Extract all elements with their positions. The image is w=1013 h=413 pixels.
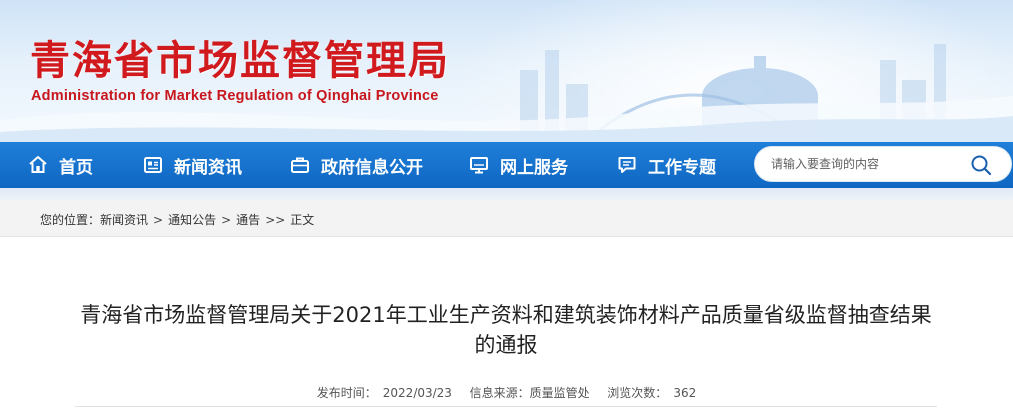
news-icon <box>143 155 163 175</box>
monitor-icon <box>469 155 489 175</box>
article-title: 青海省市场监督管理局关于2021年工业生产资料和建筑装饰材料产品质量省级监督抽查… <box>80 303 932 357</box>
views-count: 362 <box>673 386 697 400</box>
nav-label-home: 首页 <box>59 157 93 178</box>
search-input[interactable] <box>771 154 961 174</box>
header-banner: 青海省市场监督管理局 Administration for Market Reg… <box>0 0 1013 142</box>
breadcrumb-prefix: 您的位置： <box>40 213 101 227</box>
source-label: 信息来源： <box>469 386 530 400</box>
meta-divider <box>75 406 937 407</box>
site-subtitle: Administration for Market Regulation of … <box>31 88 439 104</box>
nav-item-news[interactable]: 新闻资讯 <box>143 142 242 188</box>
nav-label-topics: 工作专题 <box>648 157 716 178</box>
breadcrumb-bar: 您的位置： 新闻资讯 > 通知公告 > 通告 >> 正文 <box>0 200 1013 237</box>
views-label: 浏览次数： <box>607 386 668 400</box>
breadcrumb-item-news[interactable]: 新闻资讯 <box>100 211 148 228</box>
search-box <box>754 146 1012 182</box>
publish-date: 2022/03/23 <box>382 386 452 400</box>
nav-item-home[interactable]: 首页 <box>28 142 93 188</box>
breadcrumb-item-notices[interactable]: 通知公告 <box>168 211 216 228</box>
nav-label-news: 新闻资讯 <box>174 157 242 178</box>
search-icon[interactable] <box>969 153 993 177</box>
nav-label-online-service: 网上服务 <box>500 157 568 178</box>
breadcrumb-item-current: 正文 <box>290 213 315 227</box>
breadcrumb-separator: > <box>153 212 164 227</box>
nav-label-gov-info: 政府信息公开 <box>321 157 423 178</box>
breadcrumb-separator: >> <box>265 212 286 227</box>
nav-item-gov-info[interactable]: 政府信息公开 <box>290 142 423 188</box>
breadcrumb-item-announcement[interactable]: 通告 <box>236 211 260 228</box>
chat-icon <box>617 155 637 175</box>
breadcrumb: 您的位置： 新闻资讯 > 通知公告 > 通告 >> 正文 <box>40 211 314 228</box>
home-icon <box>28 155 48 175</box>
site-title: 青海省市场监督管理局 <box>30 38 450 84</box>
nav-item-topics[interactable]: 工作专题 <box>617 142 716 188</box>
breadcrumb-separator: > <box>221 212 232 227</box>
article-meta: 发布时间： 2022/03/23 信息来源：质量监管处 浏览次数： 362 <box>0 384 1013 401</box>
header-bottom-band <box>0 188 1013 200</box>
briefcase-icon <box>290 155 310 175</box>
publish-date-label: 发布时间： <box>316 386 377 400</box>
source-value: 质量监管处 <box>529 386 590 400</box>
nav-item-online-service[interactable]: 网上服务 <box>469 142 568 188</box>
